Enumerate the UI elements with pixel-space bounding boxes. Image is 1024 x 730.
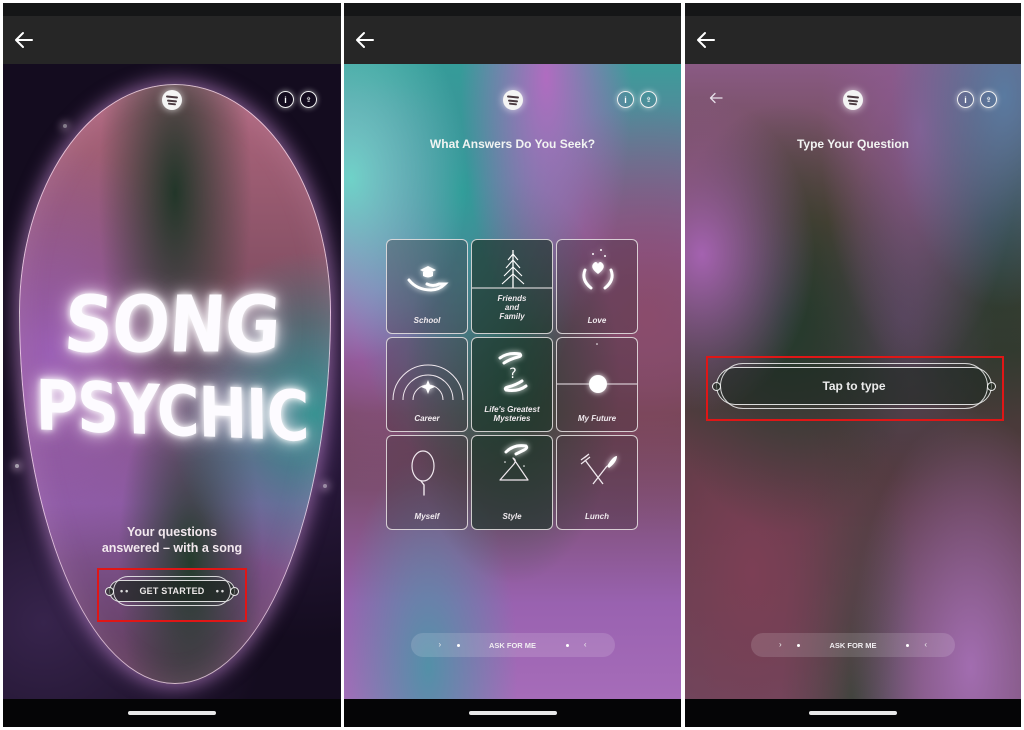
- category-tile-friends-and-family[interactable]: Friends and Family: [471, 239, 553, 334]
- tagline-line-1: Your questions: [126, 525, 218, 539]
- fork-knife-icon: [580, 453, 617, 485]
- hands-question-icon: ?: [498, 352, 528, 392]
- chevron-right-icon: ›: [779, 640, 782, 649]
- back-arrow-icon[interactable]: [353, 28, 377, 52]
- share-icon: ⇪: [645, 96, 652, 104]
- ask-for-me-label: ASK FOR ME: [488, 640, 537, 650]
- info-icon: i: [964, 94, 967, 105]
- share-button[interactable]: ⇪: [300, 91, 317, 108]
- category-label: Friends and Family: [497, 294, 527, 321]
- tagline: Your questions answered – with a song: [3, 524, 341, 556]
- get-started-label: GET STARTED: [139, 586, 205, 596]
- dots-left: ••: [120, 586, 131, 596]
- ask-for-me-button[interactable]: › ASK FOR ME ‹: [410, 633, 615, 657]
- share-icon: ⇪: [985, 96, 992, 104]
- chevron-right-icon: ›: [438, 640, 442, 649]
- home-indicator[interactable]: [468, 711, 557, 715]
- phone-screen-categories: i ⇪ What Answers Do You Seek? School Fri…: [344, 3, 681, 727]
- category-tile-lunch[interactable]: Lunch: [556, 435, 638, 530]
- category-tile-my-future[interactable]: My Future: [556, 337, 638, 432]
- back-arrow-icon[interactable]: [694, 28, 718, 52]
- dot-icon: [797, 643, 800, 647]
- graduation-cap-hand-icon: [407, 266, 449, 292]
- tagline-line-2: answered – with a song: [101, 541, 243, 555]
- category-label: Love: [587, 316, 607, 325]
- category-tile-career[interactable]: Career: [386, 337, 468, 432]
- info-button[interactable]: i: [957, 91, 974, 108]
- home-indicator[interactable]: [128, 711, 216, 715]
- navigation-bar: [3, 699, 341, 727]
- pill-knob-left: [712, 381, 721, 391]
- spotify-logo-icon: [502, 90, 523, 110]
- navigation-bar: [685, 699, 1021, 727]
- inner-back-arrow-icon[interactable]: [709, 92, 723, 104]
- category-label: My Future: [577, 414, 617, 423]
- category-tile-style[interactable]: Style: [471, 435, 553, 530]
- ask-for-me-button[interactable]: › ASK FOR ME ‹: [751, 633, 955, 657]
- dot-icon: [456, 643, 460, 647]
- app-bar: [344, 16, 681, 64]
- category-tile-myself[interactable]: Myself: [386, 435, 468, 530]
- category-tile-school[interactable]: School: [386, 239, 468, 334]
- phone-screen-welcome: i ⇪ SONG PSYCHIC Your questions answered…: [3, 3, 341, 727]
- status-bar: [685, 3, 1021, 16]
- question-input-placeholder: Tap to type: [822, 379, 886, 393]
- category-label: Myself: [414, 512, 440, 521]
- category-tile-love[interactable]: Love: [556, 239, 638, 334]
- spotify-logo-icon: [843, 90, 863, 110]
- pill-knob-left: [105, 586, 114, 596]
- question-heading: Type Your Question: [796, 137, 909, 151]
- title-song: SONG: [61, 280, 283, 371]
- sparkle: [63, 124, 67, 128]
- category-label: Lunch: [585, 512, 609, 521]
- navigation-bar: [344, 699, 681, 727]
- category-label: School: [413, 316, 441, 325]
- chevron-left-icon: ‹: [924, 640, 927, 649]
- category-grid: School Friends and Family Love Career ? …: [386, 239, 638, 532]
- pill-knob-right: [987, 381, 996, 391]
- info-button[interactable]: i: [617, 91, 634, 108]
- category-label: Career: [414, 414, 440, 423]
- app-bar: [3, 16, 341, 64]
- info-button[interactable]: i: [277, 91, 294, 108]
- dot-icon: [565, 643, 569, 647]
- ask-for-me-label: ASK FOR ME: [829, 640, 877, 650]
- sparkle: [323, 484, 327, 488]
- question-input[interactable]: Tap to type: [712, 363, 996, 409]
- category-label: Style: [502, 512, 522, 521]
- categories-heading: What Answers Do You Seek?: [429, 137, 596, 151]
- dot-icon: [906, 643, 909, 647]
- back-arrow-icon[interactable]: [12, 28, 36, 52]
- svg-text:?: ?: [509, 366, 516, 382]
- share-icon: ⇪: [305, 96, 312, 104]
- home-indicator[interactable]: [809, 711, 897, 715]
- dots-right: ••: [215, 586, 226, 596]
- share-button[interactable]: ⇪: [640, 91, 657, 108]
- info-icon: i: [284, 94, 287, 105]
- song-psychic-welcome-screen: i ⇪ SONG PSYCHIC Your questions answered…: [3, 64, 341, 699]
- category-label: Life's Greatest Mysteries: [484, 405, 540, 423]
- status-bar: [344, 3, 681, 16]
- title-psychic: PSYCHIC: [35, 364, 309, 458]
- type-question-screen: i ⇪ Type Your Question Tap to type › ASK…: [685, 64, 1021, 699]
- category-selection-screen: i ⇪ What Answers Do You Seek? School Fri…: [344, 64, 681, 699]
- info-icon: i: [624, 94, 627, 105]
- heart-hands-icon: [582, 249, 614, 290]
- app-bar: [685, 16, 1021, 64]
- spotify-logo-icon: [162, 90, 182, 110]
- category-tile-lifes-greatest-mysteries[interactable]: ? Life's Greatest Mysteries: [471, 337, 553, 432]
- star-arcs-icon: [392, 364, 464, 401]
- hand-mirror-icon: [411, 450, 435, 496]
- pill-knob-right: [230, 586, 239, 596]
- sun-horizon-icon: [557, 343, 637, 393]
- chevron-left-icon: ‹: [583, 640, 587, 649]
- hand-hanger-icon: [499, 444, 529, 481]
- status-bar: [3, 3, 341, 16]
- sparkle: [15, 464, 19, 468]
- share-button[interactable]: ⇪: [980, 91, 997, 108]
- phone-screen-question: i ⇪ Type Your Question Tap to type › ASK…: [685, 3, 1021, 727]
- get-started-button[interactable]: •• GET STARTED ••: [105, 576, 239, 606]
